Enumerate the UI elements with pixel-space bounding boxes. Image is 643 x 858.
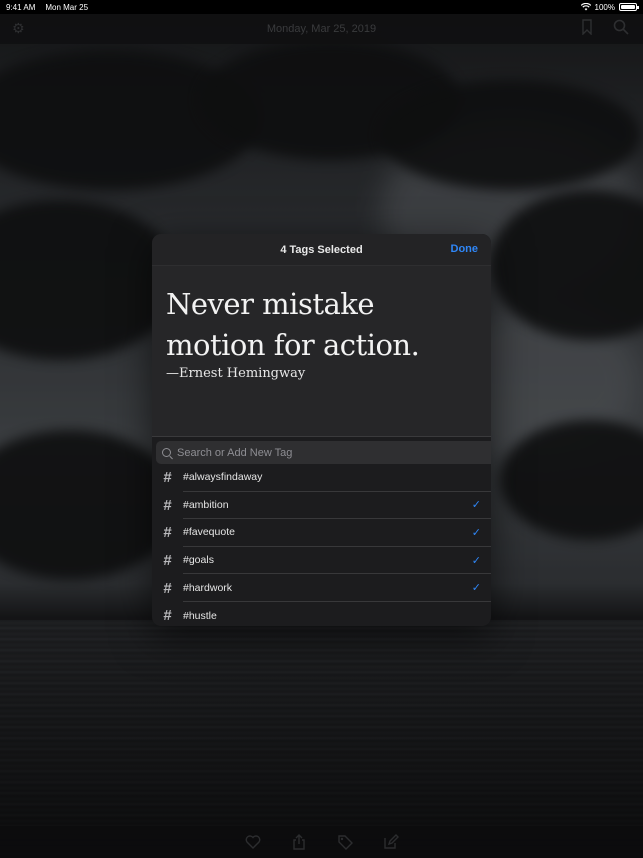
search-icon — [162, 448, 171, 457]
search-input[interactable] — [177, 446, 477, 459]
wifi-icon — [580, 3, 591, 11]
bottom-toolbar — [0, 826, 643, 858]
tag-label: #ambition — [183, 498, 229, 511]
tag-row[interactable]: # #goals ✓ — [152, 547, 491, 575]
quote-line-1: Never mistake — [166, 287, 375, 321]
tag-row[interactable]: # #hustle — [152, 602, 491, 626]
tag-label: #goals — [183, 554, 214, 567]
hashtag-icon: # — [163, 496, 172, 514]
tags-modal: 4 Tags Selected Done Never mistake motio… — [152, 234, 491, 626]
checkmark-icon: ✓ — [471, 582, 481, 595]
tag-row[interactable]: # #favequote ✓ — [152, 519, 491, 547]
hashtag-icon: # — [163, 469, 172, 487]
battery-icon — [619, 3, 639, 11]
checkmark-icon: ✓ — [471, 499, 481, 512]
quote-line-2: motion for action. — [166, 328, 420, 362]
hashtag-icon: # — [163, 579, 172, 597]
search-field[interactable] — [156, 441, 491, 464]
modal-header: 4 Tags Selected Done — [152, 234, 491, 266]
bookmark-icon[interactable] — [582, 19, 592, 35]
hashtag-icon: # — [163, 524, 172, 542]
hashtag-icon: # — [163, 607, 172, 625]
tag-list: # #alwaysfindaway # #ambition ✓ # #favequ… — [152, 464, 491, 626]
quote-card: Never mistake motion for action. —Ernest… — [152, 266, 491, 436]
hashtag-icon: # — [163, 552, 172, 570]
status-date: Mon Mar 25 — [45, 2, 89, 12]
page-title: Monday, Mar 25, 2019 — [266, 23, 377, 35]
share-icon[interactable] — [290, 834, 308, 850]
done-button[interactable]: Done — [451, 243, 479, 255]
checkmark-icon: ✓ — [471, 554, 481, 567]
battery-percent: 100% — [594, 2, 615, 12]
tag-row[interactable]: # #alwaysfindaway — [152, 464, 491, 492]
tag-row[interactable]: # #hardwork ✓ — [152, 574, 491, 602]
checkmark-icon: ✓ — [471, 526, 481, 539]
tag-label: #alwaysfindaway — [183, 471, 263, 484]
search-icon[interactable] — [613, 19, 629, 35]
tag-row[interactable]: # #ambition ✓ — [152, 492, 491, 520]
search-bar — [152, 437, 491, 464]
modal-title: 4 Tags Selected — [280, 243, 363, 256]
quote-author: —Ernest Hemingway — [166, 366, 306, 381]
status-bar: 9:41 AM Mon Mar 25 100% — [0, 0, 643, 14]
edit-icon[interactable] — [382, 834, 400, 850]
tag-label: #hustle — [183, 609, 217, 622]
tag-label: #hardwork — [183, 581, 233, 594]
nav-bar: Monday, Mar 25, 2019 — [0, 14, 643, 44]
status-time: 9:41 AM — [6, 2, 36, 12]
tag-label: #favequote — [183, 526, 235, 539]
heart-icon[interactable] — [244, 834, 262, 850]
gear-icon[interactable]: ⚙ — [12, 20, 25, 37]
tag-icon[interactable] — [336, 834, 354, 850]
